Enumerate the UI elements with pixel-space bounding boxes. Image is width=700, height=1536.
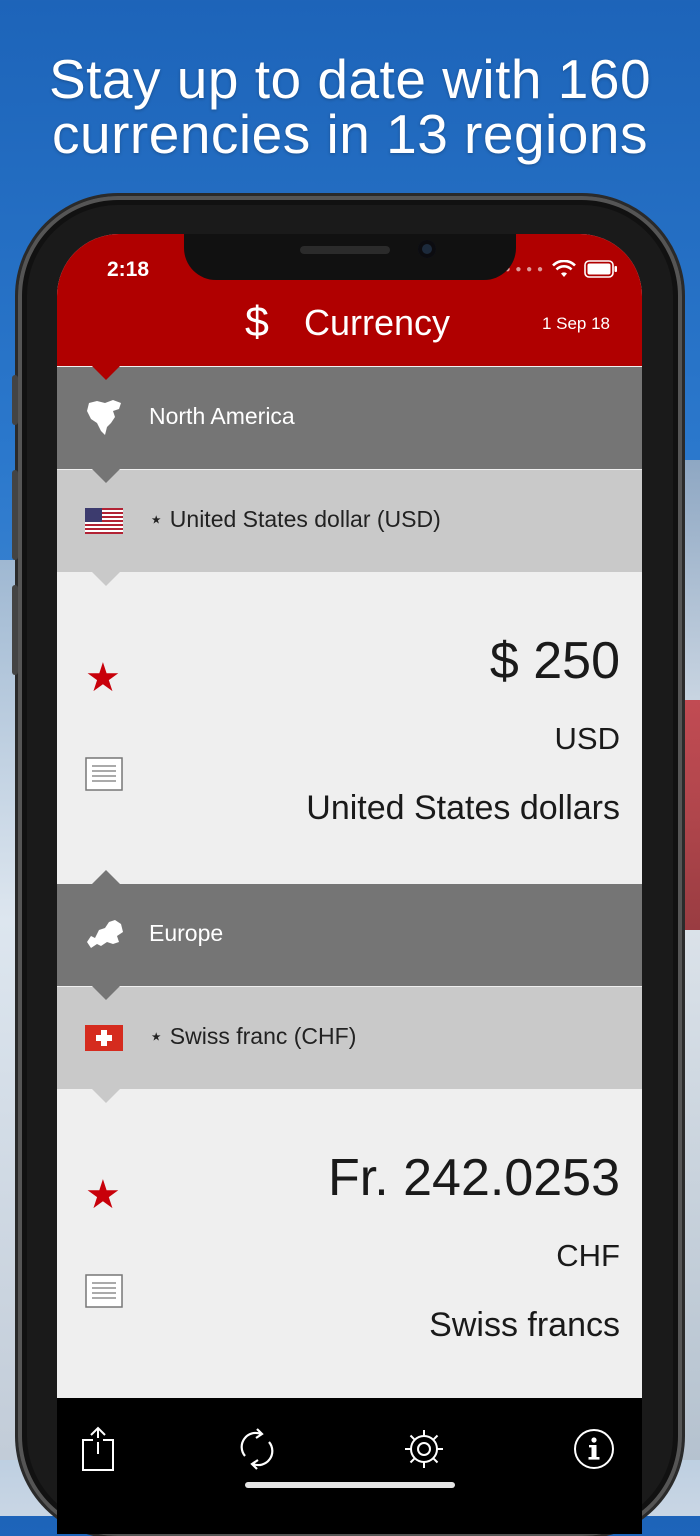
header-pointer	[92, 366, 120, 380]
currency-pointer	[92, 572, 120, 586]
status-icons: ● ● ● ●	[505, 260, 619, 278]
currency-label: ⋆ United States dollar (USD)	[149, 506, 441, 532]
currency-plural-name: United States dollars	[306, 789, 620, 827]
region-pointer	[92, 986, 120, 1000]
phone-notch	[184, 234, 516, 280]
phone-volume-down	[12, 585, 18, 675]
currency-pointer	[92, 1089, 120, 1103]
notes-document-icon[interactable]	[85, 1274, 123, 1308]
detail-pointer	[92, 870, 120, 884]
wifi-icon	[552, 260, 576, 277]
rates-date: 1 Sep 18	[541, 314, 610, 333]
europe-map-icon	[87, 920, 123, 948]
currency-row-usd[interactable]: ⋆ United States dollar (USD)	[57, 470, 642, 572]
speaker-grill	[300, 246, 390, 254]
conversion-detail-chf: Fr. 242.0253 CHF Swiss francs ★	[57, 1090, 642, 1398]
notes-document-icon[interactable]	[85, 757, 123, 791]
region-row-europe[interactable]: Europe	[57, 884, 642, 986]
status-time: 2:18	[107, 258, 150, 281]
app-title: Currency	[304, 302, 451, 343]
headline: Stay up to date with 160 currencies in 1…	[0, 52, 700, 162]
header-title-row: $ Currency 1 Sep 18	[57, 298, 642, 350]
phone-volume-up	[12, 470, 18, 560]
swiss-flag-icon	[85, 1025, 123, 1051]
currency-code: CHF	[556, 1238, 620, 1273]
currency-symbol-icon: $	[245, 298, 269, 346]
amount-value[interactable]: Fr. 242.0253	[328, 1148, 620, 1208]
region-label: Europe	[149, 920, 224, 946]
currency-row-chf[interactable]: ⋆ Swiss franc (CHF)	[57, 987, 642, 1089]
currency-label: ⋆ Swiss franc (CHF)	[149, 1023, 357, 1049]
headline-line-2: currencies in 13 regions	[52, 103, 648, 165]
region-pointer	[92, 469, 120, 483]
amount-value[interactable]: $ 250	[490, 631, 620, 691]
region-row-north-america[interactable]: North America	[57, 367, 642, 469]
share-icon[interactable]	[81, 1426, 115, 1472]
headline-line-1: Stay up to date with 160	[48, 48, 652, 110]
favorite-star-icon[interactable]: ★	[85, 655, 121, 701]
bottom-toolbar	[57, 1398, 642, 1534]
battery-icon	[584, 260, 617, 278]
north-america-map-icon	[87, 400, 121, 435]
info-icon[interactable]	[573, 1428, 615, 1470]
conversion-detail-usd: $ 250 USD United States dollars ★	[57, 573, 642, 883]
app-screen: 2:18 ● ● ● ● $ Currency 1 Sep 18 North A	[57, 234, 642, 1534]
favorite-star-icon[interactable]: ★	[85, 1172, 121, 1218]
region-label: North America	[149, 403, 295, 429]
refresh-icon[interactable]	[237, 1426, 277, 1472]
phone-mute-switch	[12, 375, 18, 425]
currency-plural-name: Swiss francs	[429, 1306, 620, 1344]
home-indicator[interactable]	[245, 1482, 455, 1488]
currency-code: USD	[554, 721, 620, 756]
us-flag-icon	[85, 508, 123, 534]
front-camera	[418, 240, 436, 258]
gear-icon[interactable]	[403, 1428, 445, 1470]
